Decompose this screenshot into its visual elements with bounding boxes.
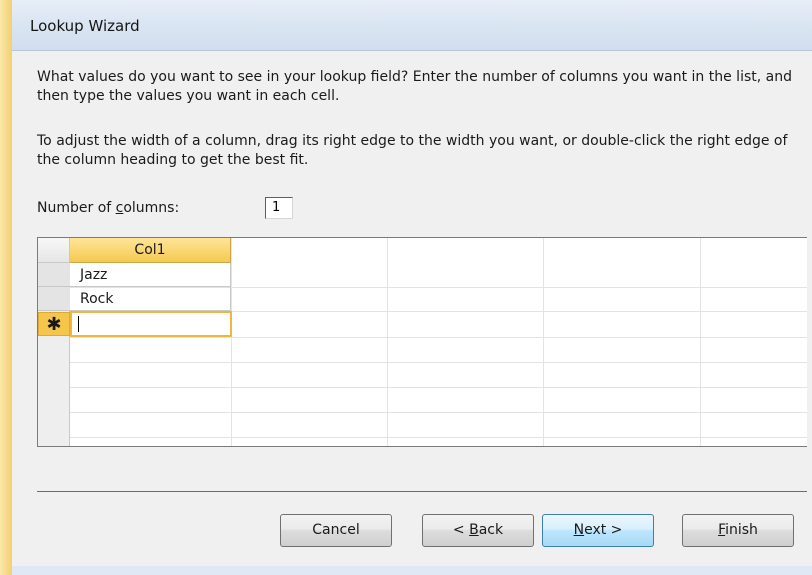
grid-line bbox=[70, 387, 807, 388]
grid-line bbox=[700, 238, 701, 446]
grid-line bbox=[387, 238, 388, 446]
new-record-marker-icon[interactable]: ✱ bbox=[38, 312, 70, 336]
grid-line bbox=[70, 362, 807, 363]
back-button[interactable]: < Back bbox=[422, 514, 534, 547]
number-of-columns-label: Number of columns: bbox=[37, 200, 180, 216]
instructions-values: What values do you want to see in your l… bbox=[37, 69, 792, 104]
grid-cell[interactable]: Jazz bbox=[70, 263, 231, 287]
instructions-width: To adjust the width of a column, drag it… bbox=[37, 133, 788, 168]
grid-line bbox=[70, 337, 807, 338]
column-header-col1[interactable]: Col1 bbox=[70, 238, 231, 263]
new-record-cell[interactable] bbox=[70, 311, 232, 337]
row-selector[interactable] bbox=[38, 287, 70, 311]
grid-line bbox=[70, 412, 807, 413]
grid-line bbox=[70, 437, 807, 438]
lookup-wizard-dialog: What values do you want to see in your l… bbox=[12, 50, 812, 567]
lookup-values-grid[interactable]: Col1 Jazz Rock ✱ bbox=[37, 237, 807, 447]
finish-button[interactable]: Finish bbox=[682, 514, 794, 547]
divider bbox=[37, 491, 807, 492]
cancel-button[interactable]: Cancel bbox=[280, 514, 392, 547]
left-frame bbox=[0, 0, 12, 575]
grid-line bbox=[543, 238, 544, 446]
title-bar[interactable]: Lookup Wizard bbox=[12, 0, 812, 50]
grid-cell[interactable]: Rock bbox=[70, 287, 231, 311]
grid-select-all-corner[interactable] bbox=[38, 238, 70, 263]
grid-line bbox=[231, 238, 232, 446]
number-of-columns-input[interactable]: 1 bbox=[265, 197, 293, 219]
window-title: Lookup Wizard bbox=[30, 17, 140, 35]
row-selector[interactable] bbox=[38, 263, 70, 287]
next-button[interactable]: Next > bbox=[542, 514, 654, 547]
text-cursor bbox=[78, 316, 79, 332]
bottom-frame bbox=[12, 566, 812, 575]
